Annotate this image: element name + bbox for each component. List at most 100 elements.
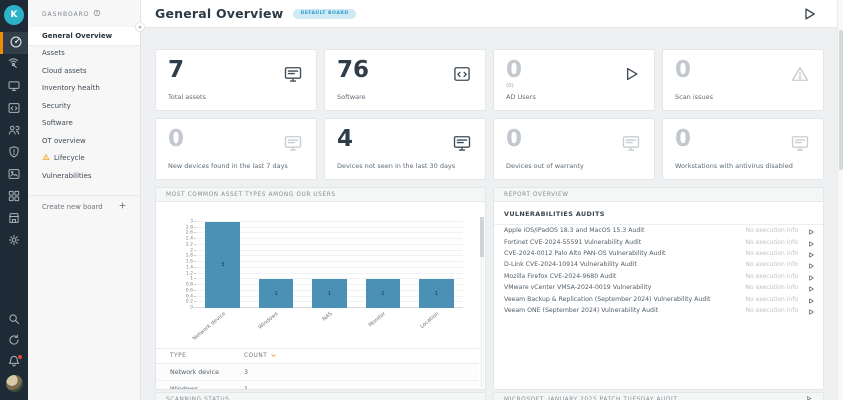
y-tick-mark — [194, 221, 196, 222]
sidebar-item-vulnerabilities[interactable]: Vulnerabilities — [28, 167, 140, 185]
report-panel-header: REPORT OVERVIEW — [494, 188, 823, 202]
y-tick-mark — [194, 227, 196, 228]
rail-item-refresh[interactable] — [0, 330, 28, 352]
bar-windows[interactable]: 1 — [259, 279, 294, 308]
create-new-board-button[interactable]: Create new board — [28, 196, 140, 218]
chevron-down-icon — [270, 352, 277, 361]
rail-item-profile[interactable] — [0, 372, 28, 394]
play-button[interactable] — [800, 5, 818, 23]
table-row[interactable]: Network device3 — [156, 364, 479, 381]
audit-row[interactable]: VMware vCenter VMSA-2024-0019 Vulnerabil… — [494, 282, 823, 293]
rail-item-scanning[interactable] — [0, 54, 28, 76]
audit-row[interactable]: Apple iOS/iPadOS 18.3 and MacOS 15.3 Aud… — [494, 225, 823, 236]
monitor-lines-icon — [283, 64, 303, 88]
rail-item-users[interactable] — [0, 120, 28, 142]
stat-card-new-devices-found-in-the-last-7-days[interactable]: 0New devices found in the last 7 days — [155, 118, 317, 180]
dashboard-icon — [9, 34, 23, 53]
report-panel-title: REPORT OVERVIEW — [504, 192, 569, 198]
play-icon — [621, 64, 641, 88]
stat-card-devices-out-of-warranty[interactable]: 0Devices out of warranty — [493, 118, 655, 180]
monitor-lines-icon — [283, 133, 303, 157]
audit-row[interactable]: Veeam ONE (September 2024) Vulnerability… — [494, 305, 823, 316]
stat-cards-row-1: 7Total assets76Software0(0)AD Users0Scan… — [155, 49, 824, 111]
scanning-status-header: SCANNING STATUS — [156, 393, 485, 400]
audit-status: No execution info — [746, 273, 798, 280]
sidebar-item-label: Cloud assets — [42, 67, 87, 75]
stat-card-workstations-with-antivirus-disabled[interactable]: 0Workstations with antivirus disabled — [662, 118, 824, 180]
report-overview-panel: REPORT OVERVIEW VULNERABILITIES AUDITS A… — [493, 187, 824, 390]
asset-types-panel-body: 00.20.40.60.811.21.41.61.822.22.42.62.83… — [156, 202, 485, 389]
stat-card-devices-not-seen-in-the-last-30-days[interactable]: 4Devices not seen in the last 30 days — [324, 118, 486, 180]
column-header-type[interactable]: TYPE — [156, 353, 244, 359]
sidebar-item-lifecycle[interactable]: Lifecycle — [28, 150, 140, 168]
warning-icon — [790, 64, 810, 88]
y-tick-mark — [194, 250, 196, 251]
rail-item-integrations[interactable] — [0, 186, 28, 208]
audit-name: Veeam ONE (September 2024) Vulnerability… — [504, 307, 746, 314]
main-header: General Overview DEFAULT BOARD — [141, 0, 843, 28]
stat-card-total-assets[interactable]: 7Total assets — [155, 49, 317, 111]
stat-card-ad-users[interactable]: 0(0)AD Users — [493, 49, 655, 111]
audit-row[interactable]: CVE-2024-0012 Palo Alto PAN-OS Vulnerabi… — [494, 248, 823, 259]
bar-nas[interactable]: 1 — [312, 279, 347, 308]
rail-item-marketplace[interactable] — [0, 208, 28, 230]
cell-type: Network device — [156, 369, 244, 376]
audit-name: Mozilla Firefox CVE-2024-9680 Audit — [504, 273, 746, 280]
rail-item-assets[interactable] — [0, 76, 28, 98]
y-tick-label: 1 — [190, 277, 193, 282]
audit-status: No execution info — [746, 239, 798, 246]
page-scrollbar[interactable] — [837, 0, 843, 400]
audit-row[interactable]: D-Link CVE-2024-10914 Vulnerability Audi… — [494, 259, 823, 270]
audit-status: No execution info — [746, 227, 798, 234]
rail-item-security[interactable] — [0, 142, 28, 164]
info-icon[interactable] — [93, 9, 101, 19]
audit-name: CVE-2024-0012 Palo Alto PAN-OS Vulnerabi… — [504, 250, 746, 257]
bar-monitor[interactable]: 1 — [366, 279, 401, 308]
y-tick-label: 2.6 — [186, 231, 193, 236]
sidebar-header-label: DASHBOARD — [42, 11, 89, 18]
bar-network-device[interactable]: 3 — [205, 222, 240, 308]
sidebar-item-assets[interactable]: Assets — [28, 45, 140, 63]
monitor-icon — [7, 78, 21, 97]
stat-card-scan-issues[interactable]: 0Scan issues — [662, 49, 824, 111]
rail-item-settings[interactable] — [0, 230, 28, 252]
sidebar-item-label: Inventory health — [42, 84, 100, 92]
integrations-icon — [7, 188, 21, 207]
table-row[interactable]: Windows1 — [156, 381, 479, 390]
audit-row[interactable]: Veeam Backup & Replication (September 20… — [494, 293, 823, 304]
sidebar-item-label: OT overview — [42, 137, 86, 145]
stat-label: AD Users — [506, 93, 536, 101]
asset-types-panel-title: MOST COMMON ASSET TYPES AMONG OUR USERS — [166, 192, 336, 198]
asset-types-panel: MOST COMMON ASSET TYPES AMONG OUR USERS … — [155, 187, 486, 390]
app-logo[interactable]: K — [4, 5, 24, 25]
y-tick-mark — [194, 244, 196, 245]
rail-item-notifications[interactable] — [0, 351, 28, 373]
x-axis-label: NAS — [321, 311, 333, 323]
sidebar-item-cloud-assets[interactable]: Cloud assets — [28, 62, 140, 80]
column-header-count[interactable]: COUNT — [244, 352, 277, 361]
sidebar-item-ot-overview[interactable]: OT overview — [28, 132, 140, 150]
bar-location[interactable]: 1 — [419, 279, 454, 308]
chart-panel-scrollbar[interactable] — [480, 217, 484, 388]
audit-status: No execution info — [746, 296, 798, 303]
sidebar-item-inventory-health[interactable]: Inventory health — [28, 80, 140, 98]
rail-item-software[interactable] — [0, 98, 28, 120]
sidebar-item-security[interactable]: Security — [28, 97, 140, 115]
audit-row[interactable]: Mozilla Firefox CVE-2024-9680 AuditNo ex… — [494, 271, 823, 282]
sidebar-collapse-button[interactable]: « — [135, 22, 145, 32]
rail-item-reports[interactable] — [0, 164, 28, 186]
y-tick-label: 0.8 — [186, 283, 193, 288]
stat-label: Scan issues — [675, 93, 713, 101]
shield-icon — [7, 144, 21, 163]
audit-name: Apple iOS/iPadOS 18.3 and MacOS 15.3 Aud… — [504, 227, 746, 234]
sidebar-item-general-overview[interactable]: General Overview — [28, 27, 140, 45]
play-icon[interactable] — [807, 301, 815, 320]
bar-value-label: 1 — [366, 291, 401, 297]
sidebar-item-label: Software — [42, 119, 73, 127]
rail-item-search[interactable] — [0, 309, 28, 331]
stat-card-software[interactable]: 76Software — [324, 49, 486, 111]
audit-status: No execution info — [746, 284, 798, 291]
rail-item-dashboard[interactable] — [0, 32, 28, 54]
audit-row[interactable]: Fortinet CVE-2024-55591 Vulnerability Au… — [494, 236, 823, 247]
sidebar-item-software[interactable]: Software — [28, 115, 140, 133]
